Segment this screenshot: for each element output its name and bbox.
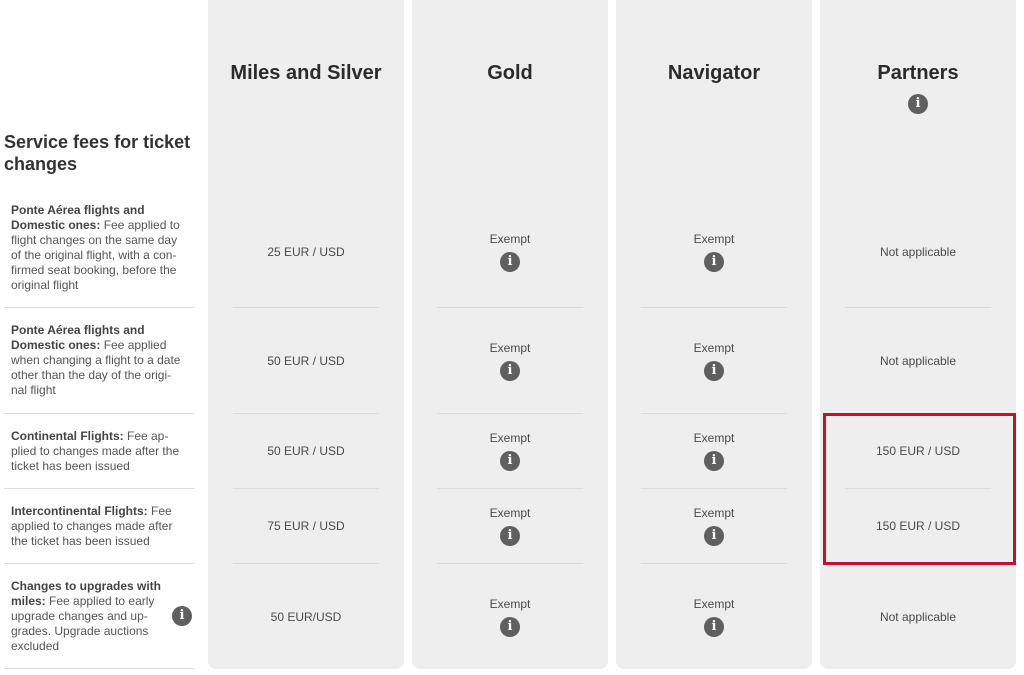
fee-cell: 50 EUR / USD (267, 444, 345, 458)
fee-cell: 75 EUR / USD (267, 519, 345, 533)
info-icon[interactable]: i (704, 526, 724, 546)
info-icon[interactable]: i (500, 526, 520, 546)
info-icon[interactable]: i (908, 94, 928, 114)
fee-cell: Not applicable (879, 353, 957, 368)
info-icon[interactable]: i (704, 616, 724, 637)
tier-column-navigator: Navigator Exempt i Exempt i Exempt i Exempt… (616, 0, 812, 669)
divider (4, 307, 194, 308)
fee-cell: Exempt i (616, 414, 812, 488)
divider (4, 488, 194, 489)
fee-cell: 50 EUR/USD (270, 609, 342, 624)
info-icon[interactable]: i (500, 616, 520, 637)
tier-heading: Navigator (667, 62, 761, 84)
fee-cell: Exempt i (616, 489, 812, 563)
highlight-box (823, 413, 1016, 565)
divider (4, 413, 194, 414)
fee-cell: 25 EUR / USD (267, 245, 345, 259)
row-label-3: Continental Flights: Fee ap-plied to cha… (11, 429, 180, 473)
fee-cell: Exempt i (412, 414, 608, 488)
fee-cell: Exempt i (412, 197, 608, 307)
info-icon[interactable]: i (704, 360, 724, 381)
tier-heading: Partners (877, 62, 959, 84)
divider (4, 563, 194, 564)
tier-heading: Miles and Silver (230, 62, 382, 84)
fee-cell: Exempt i (412, 564, 608, 669)
fee-cell: Exempt i (616, 308, 812, 413)
row-label-2: Ponte Aérea flights and Domestic ones: F… (11, 323, 181, 397)
row-label-4: Intercontinental Flights: Fee applied to… (11, 504, 173, 548)
tier-column-partners: Partners i Not applicable Not applicable… (820, 0, 1016, 669)
tier-heading: Gold (487, 62, 533, 84)
info-icon[interactable]: i (500, 360, 520, 381)
fee-cell: Exempt i (412, 308, 608, 413)
fee-cell: Exempt i (616, 197, 812, 307)
fee-cell: Exempt i (412, 489, 608, 563)
info-icon[interactable]: i (704, 451, 724, 471)
tier-column-miles-and-silver: Miles and Silver 25 EUR / USD 50 EUR / U… (208, 0, 404, 669)
fee-cell: 50 EUR / USD (267, 353, 345, 368)
tier-column-gold: Gold Exempt i Exempt i Exempt i Exempt i Exe… (412, 0, 608, 669)
info-icon[interactable]: i (500, 252, 520, 272)
page-title: Service fees for ticket changes (4, 132, 191, 174)
fee-cell: Not applicable (879, 245, 957, 259)
info-icon[interactable]: i (704, 252, 724, 272)
info-icon[interactable]: i (172, 606, 192, 626)
divider (4, 668, 194, 669)
fee-cell: Exempt i (616, 564, 812, 669)
row-label-5: Changes to upgrades with miles: Fee appl… (11, 579, 162, 653)
row-label-1: Ponte Aérea flights and Domestic ones: F… (11, 203, 180, 292)
info-icon[interactable]: i (500, 451, 520, 471)
fee-cell: Not applicable (879, 609, 957, 624)
